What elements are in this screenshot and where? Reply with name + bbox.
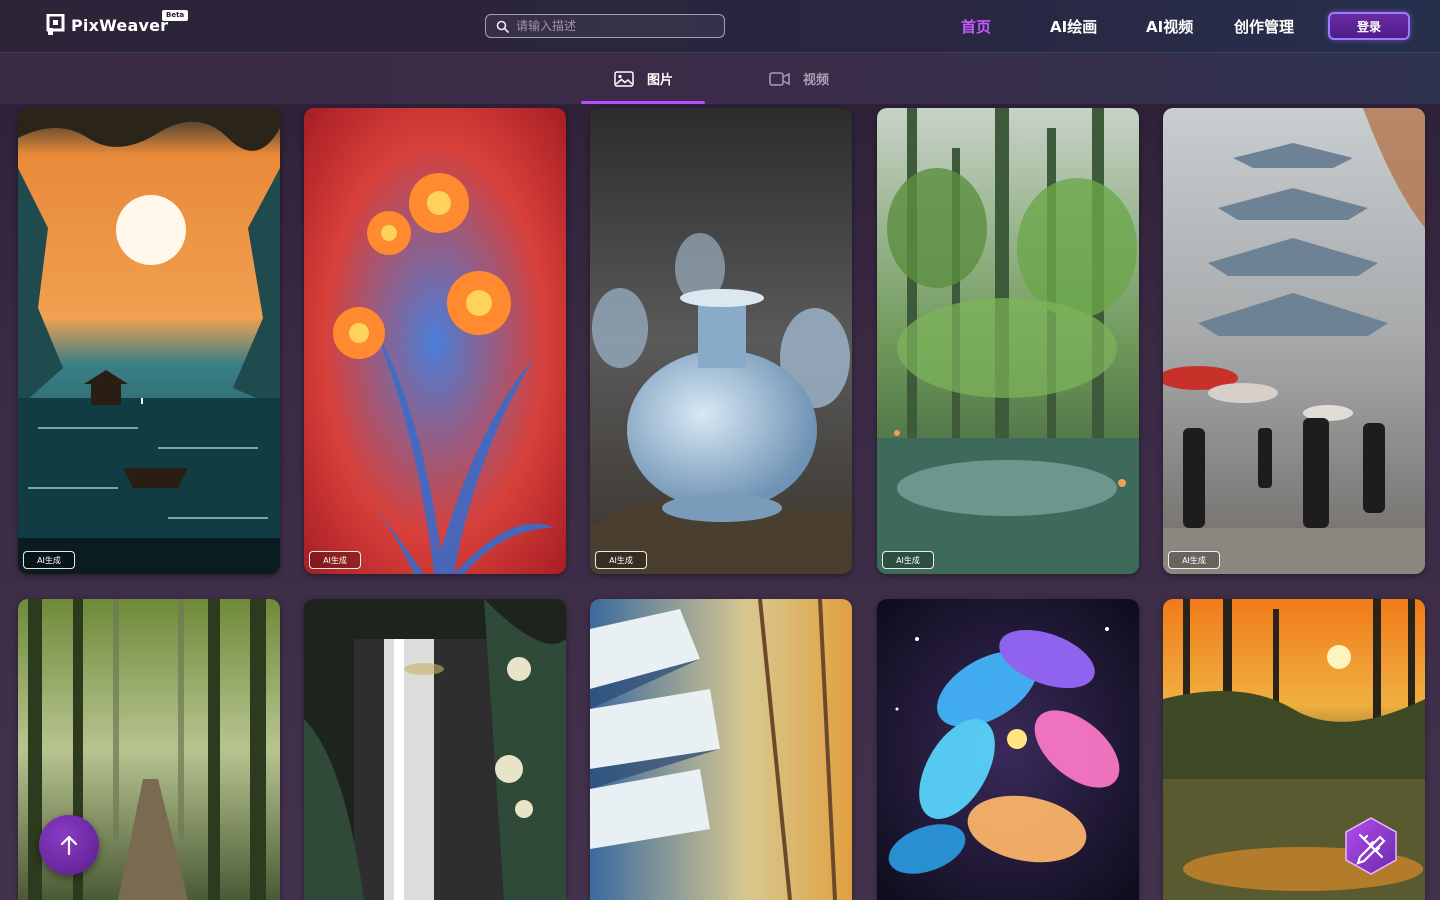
nav-ai-painting[interactable]: AI绘画 — [1050, 16, 1097, 37]
nav-creation-management[interactable]: 创作管理 — [1234, 16, 1294, 37]
artwork-image — [877, 599, 1139, 900]
gallery-card[interactable] — [877, 599, 1139, 900]
video-camera-icon — [769, 71, 790, 86]
search-input[interactable] — [516, 19, 716, 33]
nav-ai-video[interactable]: AI视频 — [1146, 16, 1193, 37]
tab-videos-label: 视频 — [803, 73, 830, 88]
nav-home[interactable]: 首页 — [961, 16, 991, 37]
ai-generated-badge: AI生成 — [882, 551, 934, 569]
tab-videos[interactable]: 视频 — [769, 69, 829, 88]
image-icon — [614, 70, 634, 87]
login-button[interactable]: 登录 — [1328, 12, 1410, 40]
media-tabs: 图片 视频 — [0, 53, 1440, 104]
pencil-ruler-icon — [1345, 817, 1397, 875]
tab-images[interactable]: 图片 — [614, 69, 673, 88]
gallery-card[interactable]: AI生成 — [18, 108, 280, 574]
search-icon — [496, 20, 509, 33]
artwork-image — [590, 108, 852, 574]
app-name: PixWeaver — [71, 15, 169, 35]
ai-generated-badge: AI生成 — [23, 551, 75, 569]
active-tab-indicator — [581, 101, 705, 104]
gallery-card[interactable] — [304, 599, 566, 900]
artwork-image — [590, 599, 852, 900]
ai-generated-badge: AI生成 — [309, 551, 361, 569]
create-tool-button[interactable] — [1344, 817, 1398, 875]
back-to-top-button[interactable] — [39, 815, 99, 875]
arrow-up-icon — [60, 835, 78, 856]
beta-badge: Beta — [162, 10, 189, 21]
top-nav-bar: PixWeaver Beta 首页 AI绘画 AI视频 创作管理 登录 — [0, 0, 1440, 53]
gallery-card[interactable]: AI生成 — [304, 108, 566, 574]
gallery-card[interactable]: AI生成 — [1163, 108, 1425, 574]
gallery-card[interactable]: AI生成 — [877, 108, 1139, 574]
gallery-card[interactable]: AI生成 — [590, 108, 852, 574]
artwork-image — [18, 108, 280, 574]
logo[interactable]: PixWeaver Beta — [46, 10, 189, 36]
pixweaver-logo-icon — [46, 14, 65, 36]
artwork-image — [1163, 108, 1425, 574]
search-box[interactable] — [485, 14, 725, 38]
gallery-card[interactable] — [590, 599, 852, 900]
artwork-image — [877, 108, 1139, 574]
artwork-image — [304, 599, 566, 900]
ai-generated-badge: AI生成 — [1168, 551, 1220, 569]
ai-generated-badge: AI生成 — [595, 551, 647, 569]
artwork-image — [304, 108, 566, 574]
tab-images-label: 图片 — [647, 73, 674, 88]
